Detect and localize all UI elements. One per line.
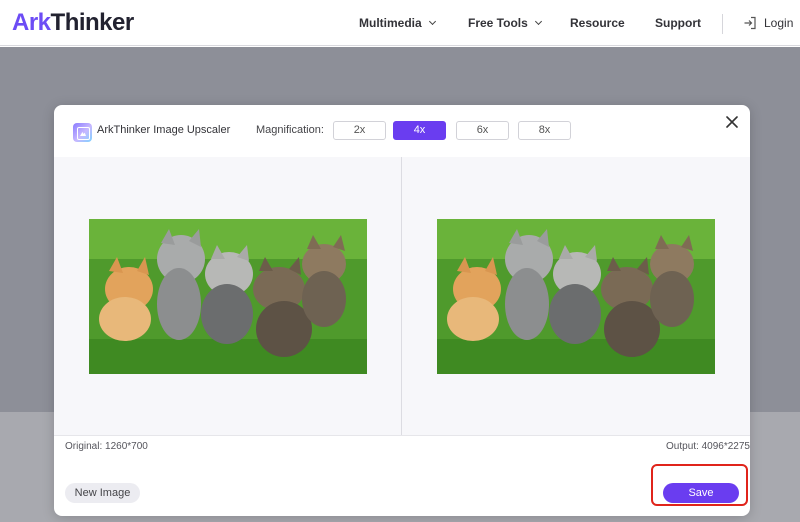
- info-divider: [54, 435, 750, 436]
- new-image-button[interactable]: New Image: [65, 483, 140, 503]
- output-image-preview: [437, 219, 715, 374]
- magnification-6x-button[interactable]: 6x: [456, 121, 509, 140]
- nav-free-tools[interactable]: Free Tools: [468, 0, 542, 46]
- original-image-preview: [89, 219, 367, 374]
- logo-prefix: Ark: [12, 9, 51, 36]
- login-link[interactable]: Login: [764, 0, 793, 46]
- chevron-down-icon: [534, 17, 542, 26]
- magnification-label: Magnification:: [256, 124, 324, 136]
- output-size-label: Output: 4096*2275: [666, 441, 750, 452]
- preview-area: [54, 157, 750, 435]
- image-upscaler-icon: [73, 123, 92, 142]
- top-navigation-bar: ArkThinker Multimedia Free Tools Resourc…: [0, 0, 800, 46]
- nav-multimedia[interactable]: Multimedia: [359, 0, 436, 46]
- magnification-8x-button[interactable]: 8x: [518, 121, 571, 140]
- nav-resource[interactable]: Resource: [570, 0, 625, 46]
- login-label: Login: [764, 16, 794, 30]
- nav-divider: [722, 14, 723, 34]
- magnification-2x-button[interactable]: 2x: [333, 121, 386, 140]
- login-icon[interactable]: [743, 16, 757, 30]
- dialog-header: ArkThinker Image Upscaler Magnification:…: [54, 105, 750, 157]
- nav-support[interactable]: Support: [655, 0, 701, 46]
- chevron-down-icon: [428, 17, 436, 26]
- close-icon[interactable]: [724, 114, 740, 130]
- arkthinker-logo[interactable]: ArkThinker: [12, 10, 134, 36]
- preview-divider: [401, 157, 402, 435]
- nav-support-label: Support: [655, 16, 701, 30]
- magnification-4x-button[interactable]: 4x: [393, 121, 446, 140]
- image-upscaler-dialog: ArkThinker Image Upscaler Magnification:…: [54, 105, 750, 516]
- nav-multimedia-label: Multimedia: [359, 16, 422, 30]
- nav-resource-label: Resource: [570, 16, 625, 30]
- original-size-label: Original: 1260*700: [65, 441, 148, 452]
- dialog-title: ArkThinker Image Upscaler: [97, 124, 231, 136]
- save-button[interactable]: Save: [663, 483, 739, 503]
- nav-free-tools-label: Free Tools: [468, 16, 528, 30]
- logo-suffix: Thinker: [50, 9, 135, 36]
